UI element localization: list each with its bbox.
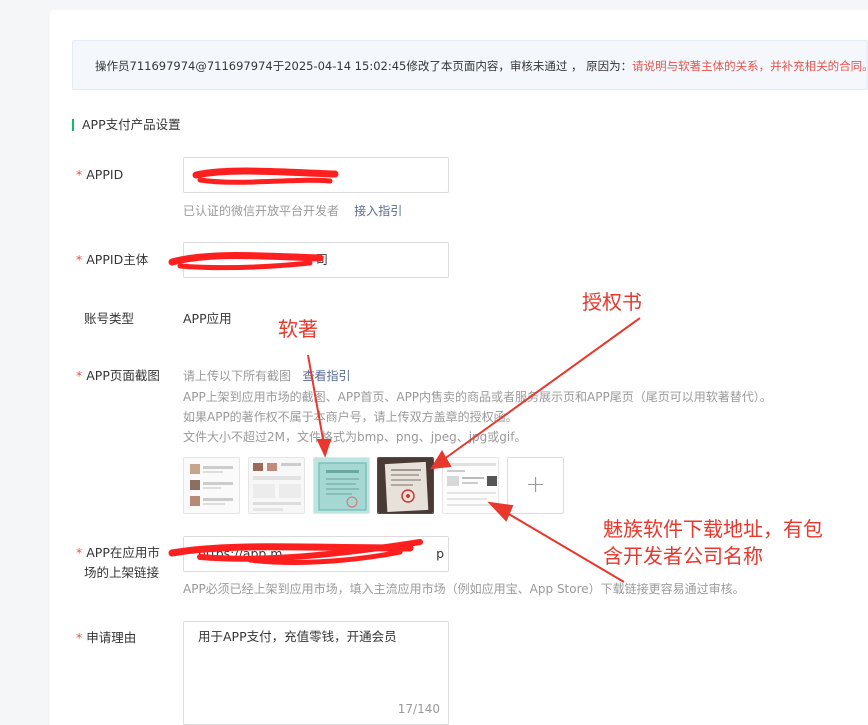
screenshots-hint: 请上传以下所有截图 查看指引 (183, 369, 351, 383)
appid-input[interactable] (183, 157, 449, 193)
appid-subject-input[interactable]: 司 (183, 242, 449, 278)
screenshots-label: * APP页面截图 (76, 368, 160, 383)
market-link-label-line2: 场的上架链接 (84, 565, 160, 580)
thumbnail-app-screenshot-1[interactable] (183, 457, 240, 514)
upload-add-button[interactable]: + (507, 457, 564, 514)
annotation-meizu-line2: 含开发者公司名称 (603, 544, 763, 568)
reason-textarea[interactable]: 用于APP支付，充值零钱，开通会员 17/140 (183, 621, 449, 725)
view-guide-link[interactable]: 查看指引 (302, 369, 350, 383)
thumbnail-download-page[interactable] (442, 457, 499, 514)
account-type-value: APP应用 (183, 311, 232, 326)
reason-label: * 申请理由 (76, 630, 137, 645)
certificate-image (314, 458, 369, 513)
download-page-image (443, 458, 498, 513)
thumbnail-app-screenshot-2[interactable] (248, 457, 305, 514)
integration-guide-link[interactable]: 接入指引 (354, 204, 402, 218)
notice-text: 操作员711697974@711697974于2025-04-14 15:02:… (95, 59, 633, 73)
annotation-copyright: 软著 (278, 317, 318, 341)
appid-label: * APPID (76, 167, 124, 182)
screenshots-hint-line2: APP上架到应用市场的截图、APP首页、APP内售卖的商品或者服务展示页和APP… (183, 390, 772, 404)
section-title: APP支付产品设置 (72, 116, 181, 134)
account-type-label: 账号类型 (84, 311, 135, 326)
screenshots-hint-line3: 如果APP的著作权不属于本商户号，请上传双方盖章的授权函。 (183, 410, 518, 424)
thumbnail-software-copyright[interactable] (313, 457, 370, 514)
annotation-authorization: 授权书 (582, 290, 642, 314)
authorization-letter-image (378, 458, 433, 513)
app-list-image (184, 458, 239, 513)
review-notice: 操作员711697974@711697974于2025-04-14 15:02:… (72, 40, 868, 90)
market-link-label: * APP在应用市 (76, 545, 160, 560)
market-link-input[interactable]: https://app.m... p (183, 536, 449, 572)
char-counter: 17/140 (397, 702, 440, 716)
thumbnail-authorization-letter[interactable] (377, 457, 434, 514)
reason-text: 用于APP支付，充值零钱，开通会员 (198, 629, 397, 644)
annotation-meizu-line1: 魅族软件下载地址，有包 (603, 517, 823, 541)
screenshots-hint-line4: 文件大小不超过2M，文件格式为bmp、png、jpeg、jpg或gif。 (183, 430, 527, 444)
market-link-hint: APP必须已经上架到应用市场，填入主流应用市场（例如应用宝、App Store）… (183, 582, 745, 596)
appid-subject-label: * APPID主体 (76, 252, 149, 267)
notice-reason: 请说明与软著主体的关系，并补充相关的合同。 (632, 59, 868, 73)
appid-hint: 已认证的微信开放平台开发者 接入指引 (183, 204, 403, 218)
app-home-image (249, 458, 304, 513)
